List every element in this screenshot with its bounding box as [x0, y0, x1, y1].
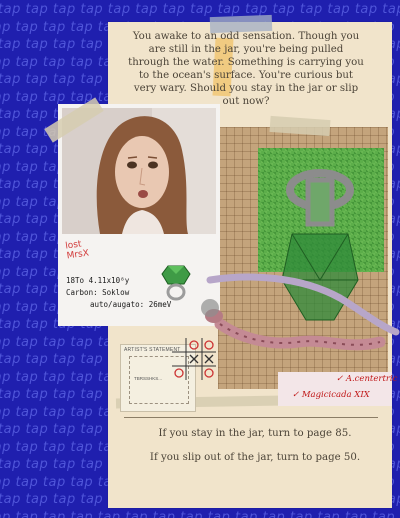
- tap-pattern-row: tap tap tap tap tap tap tap tap tap tap …: [0, 509, 400, 518]
- story-text: You awake to an odd sensation. Though yo…: [128, 31, 364, 107]
- tic-tac-toe-grid: [172, 338, 216, 380]
- credit-name: Magicicada XIX: [301, 390, 370, 400]
- portrait-photo: [62, 108, 216, 234]
- handwritten-note-1: 18To 4.11x10⁸y: [66, 276, 130, 285]
- checkmark-icon: ✓: [336, 374, 344, 384]
- choice-slip-out[interactable]: If you slip out of the jar, turn to page…: [130, 452, 380, 463]
- handwritten-red-note: lost MrsX: [64, 239, 90, 262]
- gemstone-ring-icon: [161, 265, 191, 301]
- divider-line: [124, 417, 378, 418]
- checkmark-icon: ✓: [292, 390, 300, 400]
- credit-2: ✓ Magicicada XIX: [292, 390, 370, 400]
- handwritten-note-2: Carbon: Soklow: [66, 288, 130, 297]
- credit-name: A.centertric: [345, 374, 398, 384]
- credit-1: ✓ A.centertric: [336, 374, 397, 384]
- tap-pattern-row: tap tap tap tap tap tap tap tap tap tap …: [0, 2, 400, 17]
- artist-statement-text: TBRSSHKS...: [134, 376, 163, 381]
- choice-stay[interactable]: If you stay in the jar, turn to page 85.: [130, 428, 380, 439]
- snake-icon: [201, 273, 400, 351]
